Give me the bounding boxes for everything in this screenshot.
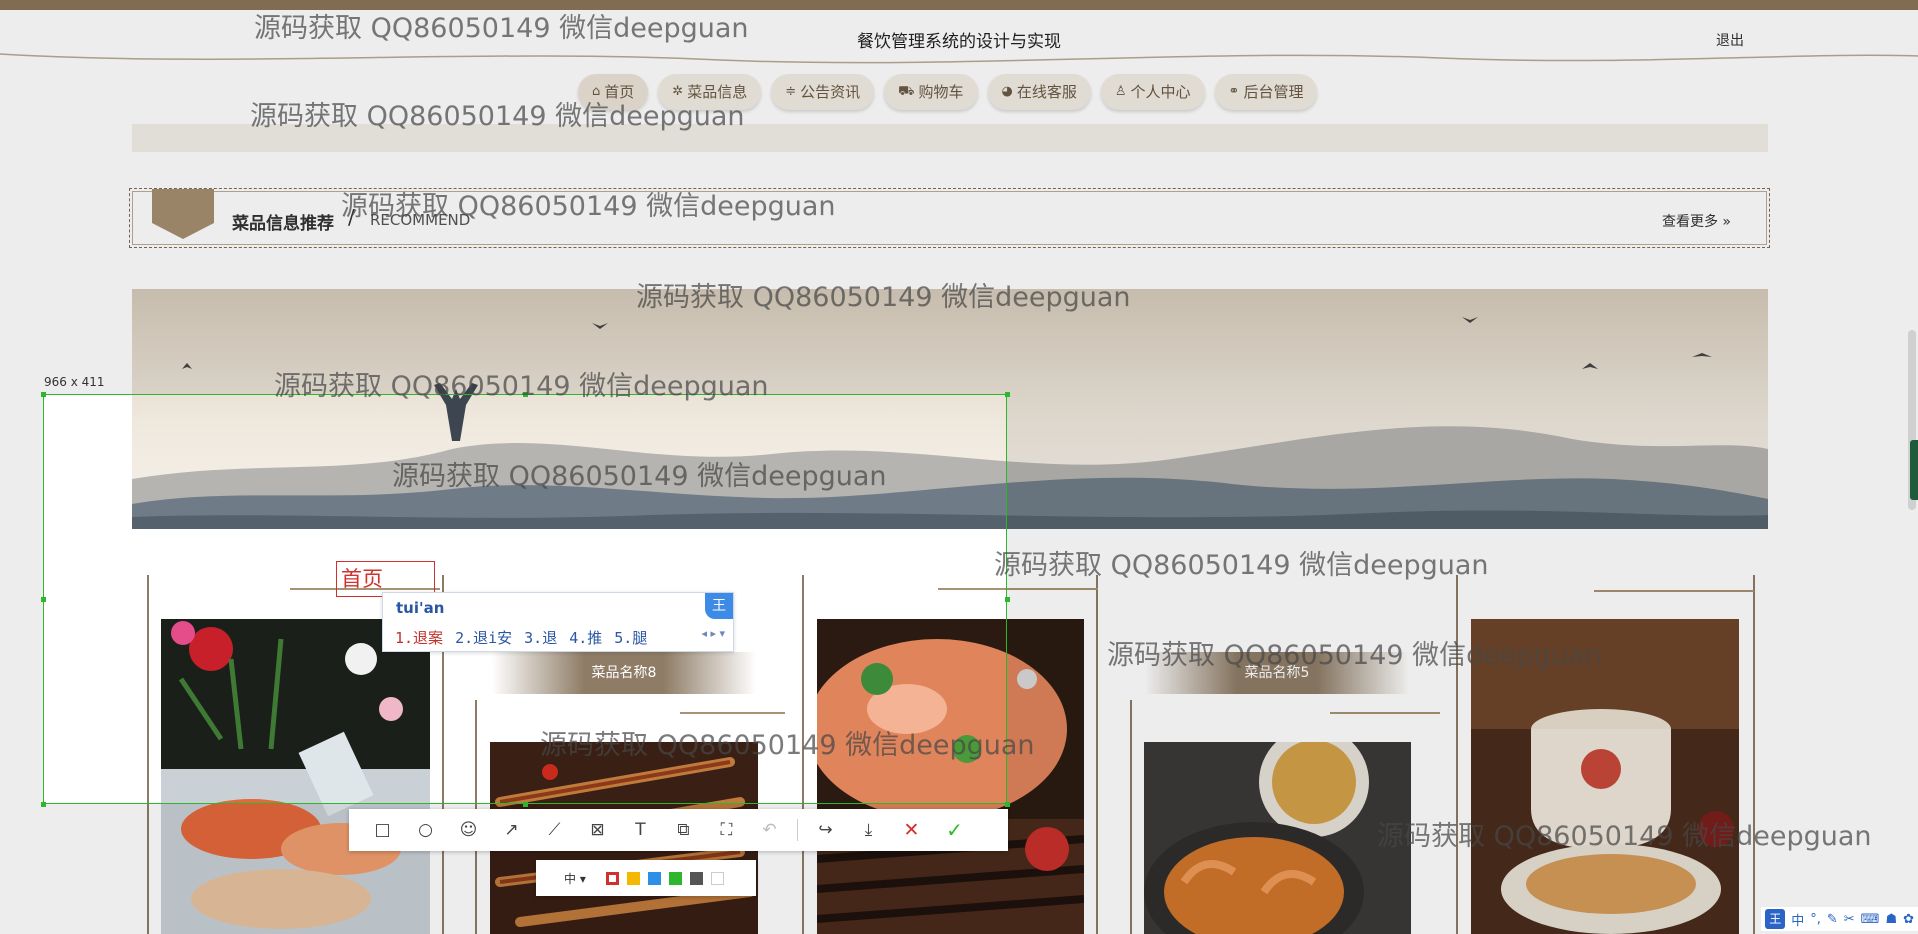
resize-handle[interactable] xyxy=(41,392,46,397)
ime-logo-icon[interactable]: 王 xyxy=(1765,909,1786,929)
text-tool-icon[interactable]: T xyxy=(619,809,662,851)
color-swatch-red[interactable] xyxy=(605,871,619,885)
ellipse-tool-icon[interactable]: ○ xyxy=(404,809,447,851)
resize-handle[interactable] xyxy=(41,597,46,602)
text-style-bar: 中 ▾ xyxy=(536,860,756,896)
capture-mask-right xyxy=(1007,394,1918,804)
skin-icon[interactable]: ☗ xyxy=(1885,912,1897,927)
pen-icon[interactable]: ✎ xyxy=(1827,912,1838,927)
language-toggle[interactable]: 中 xyxy=(1791,910,1804,929)
color-swatch-blue[interactable] xyxy=(647,871,661,885)
ime-candidate[interactable]: 5.腿 xyxy=(614,627,647,648)
color-swatch-green[interactable] xyxy=(668,871,682,885)
keyboard-icon[interactable]: ⌨ xyxy=(1861,912,1880,927)
capture-mask-top xyxy=(0,0,1918,394)
mosaic-tool-icon[interactable]: ⊠ xyxy=(576,809,619,851)
download-icon[interactable]: ⤓ xyxy=(847,809,890,851)
color-swatch-white[interactable] xyxy=(710,871,724,885)
color-swatch-gray[interactable] xyxy=(689,871,703,885)
ime-candidate[interactable]: 4.推 xyxy=(569,627,602,648)
resize-handle[interactable] xyxy=(1005,392,1010,397)
toolbar-separator xyxy=(797,819,798,841)
settings-icon[interactable]: ✿ xyxy=(1903,912,1914,927)
ime-candidate[interactable]: 3.退 xyxy=(524,627,557,648)
resize-handle[interactable] xyxy=(523,392,528,397)
rectangle-tool-icon[interactable]: □ xyxy=(361,809,404,851)
capture-mask-left xyxy=(0,394,43,804)
ime-pager-icon[interactable]: ◂ ▸ ▾ xyxy=(701,627,725,640)
resize-handle[interactable] xyxy=(41,802,46,807)
capture-toolbar: □ ○ ☺ ↗ ⟋ ⊠ T ⧉ ⛶ ↶ ↪ ⤓ ✕ ✓ xyxy=(349,809,1008,851)
punctuation-icon[interactable]: °, xyxy=(1810,912,1821,927)
emoji-tool-icon[interactable]: ☺ xyxy=(447,809,490,851)
share-icon[interactable]: ↪ xyxy=(804,809,847,851)
capture-size-label: 966 x 411 xyxy=(44,375,105,389)
ime-candidate[interactable]: 2.退i安 xyxy=(455,627,512,648)
ime-candidate[interactable]: 1.退案 xyxy=(395,627,443,648)
confirm-icon[interactable]: ✓ xyxy=(933,809,976,851)
ime-composition: tui'an xyxy=(396,599,445,617)
line-tool-icon[interactable]: ⟋ xyxy=(533,809,576,851)
pin-tool-icon[interactable]: ⧉ xyxy=(662,809,705,851)
ime-logo-icon: 王 xyxy=(705,593,733,619)
ime-status-bar: 王 中 °, ✎ ✂ ⌨ ☗ ✿ xyxy=(1761,907,1918,931)
font-size-select[interactable]: 中 ▾ xyxy=(564,870,586,887)
undo-icon[interactable]: ↶ xyxy=(748,809,791,851)
close-icon[interactable]: ✕ xyxy=(890,809,933,851)
ime-candidate-window: tui'an 王 1.退案 2.退i安 3.退 4.推 5.腿 ◂ ▸ ▾ xyxy=(382,592,734,652)
resize-handle[interactable] xyxy=(523,802,528,807)
arrow-tool-icon[interactable]: ↗ xyxy=(490,809,533,851)
ocr-tool-icon[interactable]: ⛶ xyxy=(705,809,748,851)
scissors-icon[interactable]: ✂ xyxy=(1844,912,1855,927)
side-widget-tab[interactable] xyxy=(1910,440,1918,500)
resize-handle[interactable] xyxy=(1005,597,1010,602)
resize-handle[interactable] xyxy=(1005,802,1010,807)
color-swatch-yellow[interactable] xyxy=(626,871,640,885)
ime-candidates: 1.退案 2.退i安 3.退 4.推 5.腿 xyxy=(395,627,647,648)
